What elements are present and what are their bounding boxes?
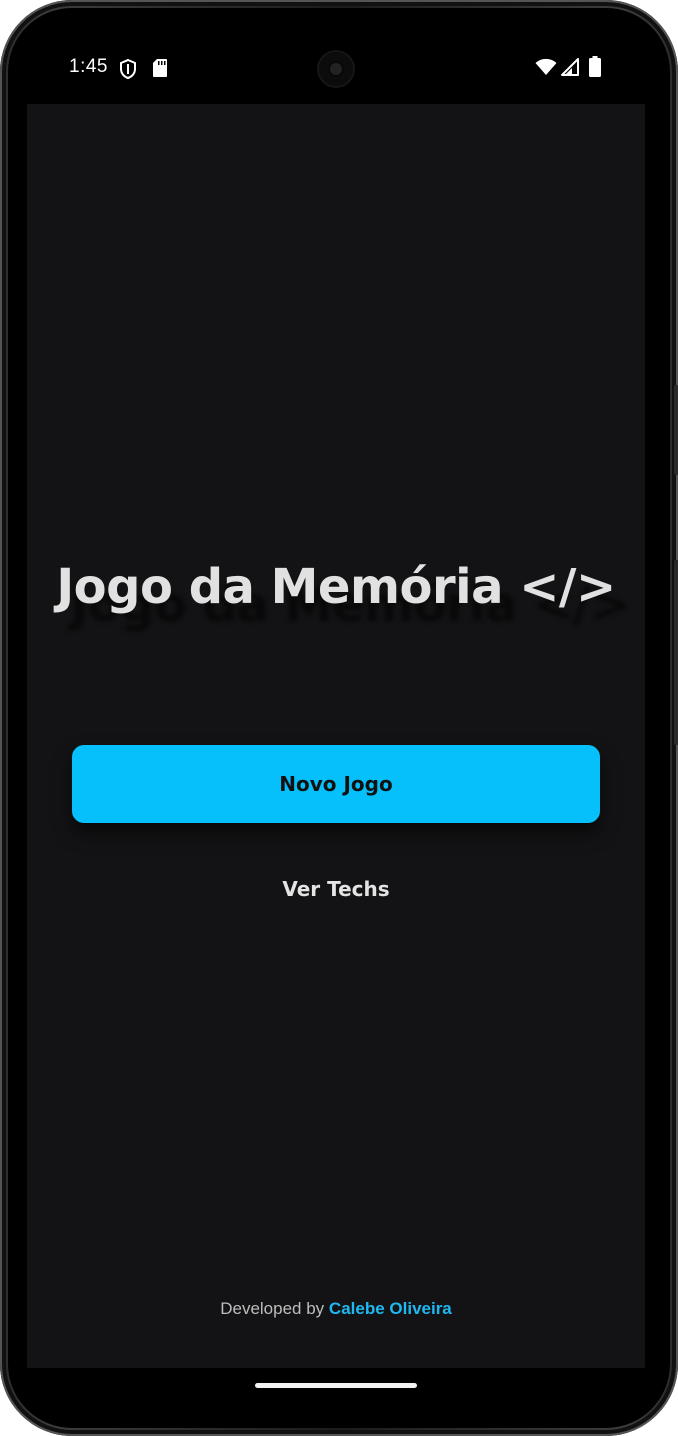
view-techs-button[interactable]: Ver Techs: [227, 869, 445, 909]
screen: 1:45 Jogo da Memória </> Novo Jogo Ver T…: [27, 36, 645, 1404]
status-time: 1:45: [69, 56, 108, 77]
new-game-button[interactable]: Novo Jogo: [72, 745, 600, 823]
camera-icon: [319, 52, 353, 86]
footer-credit: Developed by Calebe Oliveira: [27, 1299, 645, 1319]
wifi-icon: [535, 58, 557, 75]
signal-icon: [561, 58, 579, 76]
shield-icon: [120, 59, 136, 79]
volume-button: [674, 385, 678, 475]
status-bar: 1:45: [27, 36, 645, 104]
battery-icon: [589, 56, 601, 77]
app-screen: Jogo da Memória </> Novo Jogo Ver Techs …: [27, 104, 645, 1368]
page-title: Jogo da Memória </>: [56, 559, 616, 615]
footer-prefix: Developed by: [220, 1299, 325, 1318]
power-button: [674, 560, 678, 745]
home-indicator[interactable]: [255, 1383, 417, 1388]
navigation-bar: [27, 1368, 645, 1404]
author-link[interactable]: Calebe Oliveira: [329, 1299, 452, 1318]
phone-frame: 1:45 Jogo da Memória </> Novo Jogo Ver T…: [0, 0, 678, 1436]
sd-card-icon: [153, 59, 167, 77]
